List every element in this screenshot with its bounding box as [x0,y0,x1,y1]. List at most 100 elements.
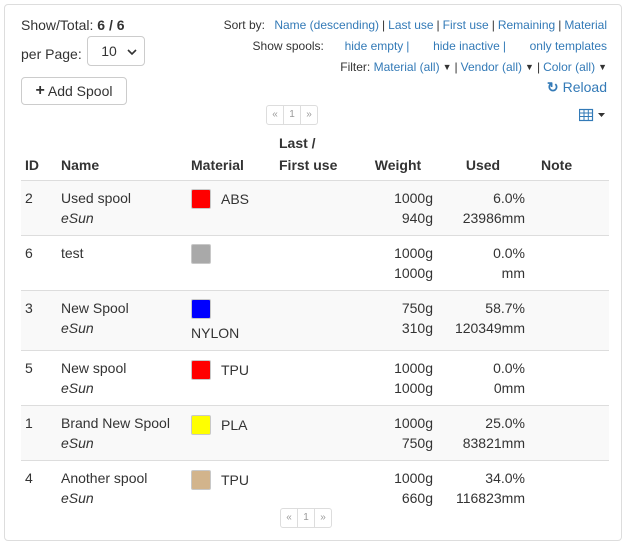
page-number-button[interactable]: 1 [283,105,301,125]
used-percent: 34.0% [485,470,525,487]
show-total-value: 6 / 6 [97,17,125,33]
table-row[interactable]: 1 Brand New Spool eSun PLA 1000g 750g 25.0% 838… [21,405,609,461]
color-swatch [191,469,211,490]
table-header-row: ID Name Material Last / First use Weight… [21,135,609,181]
sort-name-desc-link[interactable]: Name (descending) [274,18,379,32]
page-number-button[interactable]: 1 [297,508,315,528]
table-row[interactable]: 3 New Spool eSun NYLON 750g 310g 58.7% 120349mm [21,290,609,351]
caret-down-icon: ▼ [442,62,452,72]
used-percent: 0.0% [493,360,525,377]
hide-inactive-link[interactable]: hide inactive [433,39,500,53]
weight-remaining: 750g [401,435,433,452]
cell-material: TPU [187,461,275,516]
weight-total: 750g [401,300,433,316]
color-swatch [191,244,211,265]
cell-last-first-use [275,236,359,291]
cell-used: 0.0% mm [437,236,529,291]
used-length: 116823mm [455,490,525,507]
header-name[interactable]: Name [57,135,187,181]
prev-page-button[interactable]: « [266,105,284,125]
filter-vendor-label: Vendor (all) [460,60,523,74]
sort-last-use-link[interactable]: Last use [388,18,433,32]
header-weight[interactable]: Weight [359,135,437,181]
cell-used: 6.0% 23986mm [437,181,529,236]
filter-material-label: Material (all) [373,60,440,74]
per-page-value: 10 [101,43,117,59]
weight-remaining: 940g [401,210,433,226]
table-row[interactable]: 6 test 1000g 1000g 0.0% mm [21,235,609,291]
header-used[interactable]: Used [437,135,529,181]
cell-name: New spool eSun [57,351,187,406]
used-percent: 6.0% [493,190,525,206]
spool-name: Brand New Spool [61,415,170,432]
color-swatch [191,414,211,435]
vendor-name: eSun [61,320,94,336]
add-spool-label: Add Spool [47,83,113,99]
prev-page-button[interactable]: « [280,508,298,528]
next-page-button[interactable]: » [300,105,318,125]
material-label: TPU [221,471,249,488]
used-percent: 58.7% [485,300,525,316]
table-grid-icon [578,108,605,122]
cell-used: 0.0% 0mm [437,351,529,406]
used-length: mm [501,265,525,281]
header-last-first-use[interactable]: Last / First use [275,135,359,181]
spool-name: New Spool [61,300,129,316]
cell-used: 58.7% 120349mm [437,291,529,351]
cell-used: 25.0% 83821mm [437,406,529,461]
hide-empty-link[interactable]: hide empty [345,39,404,53]
filter-material-dropdown[interactable]: Material (all) ▼ [374,60,452,74]
cell-note [529,291,609,351]
column-toggle-button[interactable] [578,108,607,122]
used-length: 23986mm [462,210,525,226]
filter-color-dropdown[interactable]: Color (all) ▼ [543,60,607,74]
weight-total: 1000g [394,245,433,261]
filter-vendor-dropdown[interactable]: Vendor (all) ▼ [461,60,534,74]
cell-name: test [57,236,187,291]
weight-remaining: 1000g [394,265,433,281]
only-templates-link[interactable]: only templates [530,39,607,53]
cell-id: 2 [25,190,33,206]
cell-material [187,236,275,291]
sort-remaining-link[interactable]: Remaining [498,18,555,32]
per-page-select[interactable]: 10 [87,36,145,66]
used-percent: 25.0% [485,415,525,432]
filter-label: Filter: [340,60,371,74]
sort-first-use-link[interactable]: First use [443,18,489,32]
table-row[interactable]: 2 Used spool eSun ABS 1000g 940g 6.0% 23986mm [21,180,609,236]
reload-button[interactable]: ↻ Reload [547,79,607,96]
spool-table: ID Name Material Last / First use Weight… [21,135,609,515]
header-id[interactable]: ID [21,135,57,181]
weight-total: 1000g [394,190,433,206]
next-page-button[interactable]: » [314,508,332,528]
cell-note [529,406,609,461]
cell-id: 3 [25,300,33,316]
cell-note [529,351,609,406]
pagination-bottom: « 1 » [280,508,332,528]
used-percent: 0.0% [493,245,525,261]
cell-last-first-use [275,291,359,351]
color-swatch [191,359,211,380]
spool-name: test [61,245,84,261]
spool-name: Another spool [61,470,148,487]
material-label: NYLON [191,325,240,342]
header-note[interactable]: Note [529,135,609,181]
cell-material: NYLON [187,291,275,351]
material-label: ABS [221,191,250,208]
header-first-use-label: First use [279,157,338,173]
plus-icon: + [35,82,45,99]
add-spool-button[interactable]: + Add Spool [21,77,127,105]
sort-material-link[interactable]: Material [564,18,607,32]
vendor-name: eSun [61,490,94,507]
spool-name: Used spool [61,190,132,206]
vendor-name: eSun [61,380,94,397]
show-spools-options: Show spools: hide empty | hide inactive | … [252,39,607,53]
weight-remaining: 310g [401,320,433,336]
cell-id: 6 [25,245,33,261]
header-material[interactable]: Material [187,135,275,181]
per-page-label: per Page: [21,46,82,62]
cell-weight: 1000g 750g [359,406,437,461]
cell-material: PLA [187,406,275,461]
table-row[interactable]: 5 New spool eSun TPU 1000g 1000g 0.0% 0mm [21,350,609,406]
color-swatch [191,189,211,210]
